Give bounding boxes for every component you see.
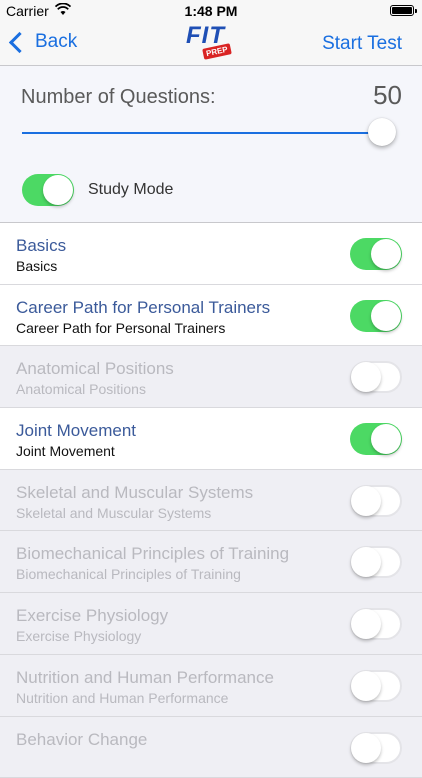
- topic-subtitle: Exercise Physiology: [16, 628, 141, 644]
- topic-row[interactable]: Behavior Change: [0, 717, 422, 778]
- toggle-knob: [351, 609, 381, 639]
- toggle-knob: [351, 547, 381, 577]
- test-settings-panel: Number of Questions: 50 Study Mode: [0, 66, 422, 223]
- topic-toggle[interactable]: [350, 732, 402, 764]
- start-test-button[interactable]: Start Test: [322, 33, 402, 55]
- topic-toggle[interactable]: [350, 423, 402, 455]
- back-button[interactable]: Back: [8, 31, 77, 53]
- app-logo: FIT PREP: [186, 24, 236, 62]
- toggle-knob: [43, 175, 73, 205]
- topic-row[interactable]: Career Path for Personal Trainers Career …: [0, 285, 422, 347]
- toggle-knob: [351, 486, 381, 516]
- toggle-knob: [371, 301, 401, 331]
- topic-row[interactable]: Joint Movement Joint Movement: [0, 408, 422, 470]
- topic-row[interactable]: Skeletal and Muscular Systems Skeletal an…: [0, 470, 422, 532]
- topic-title: Nutrition and Human Performance: [16, 668, 274, 688]
- questions-slider-thumb[interactable]: [368, 118, 396, 146]
- toggle-knob: [351, 733, 381, 763]
- topic-title: Skeletal and Muscular Systems: [16, 483, 253, 503]
- topic-toggle[interactable]: [350, 300, 402, 332]
- topic-subtitle: Nutrition and Human Performance: [16, 690, 228, 706]
- topic-row[interactable]: Nutrition and Human Performance Nutrition…: [0, 655, 422, 717]
- battery-icon: [390, 5, 414, 16]
- study-mode-toggle[interactable]: [22, 174, 74, 206]
- topic-subtitle: Anatomical Positions: [16, 381, 146, 397]
- chevron-left-icon: [9, 31, 30, 52]
- topic-title: Career Path for Personal Trainers: [16, 298, 270, 318]
- topic-row[interactable]: Basics Basics: [0, 223, 422, 285]
- toggle-knob: [371, 239, 401, 269]
- status-time: 1:48 PM: [0, 3, 422, 19]
- topic-subtitle: Biomechanical Principles of Training: [16, 566, 241, 582]
- topic-subtitle: Skeletal and Muscular Systems: [16, 505, 211, 521]
- topic-subtitle: Basics: [16, 258, 57, 274]
- topic-toggle[interactable]: [350, 361, 402, 393]
- topic-title: Anatomical Positions: [16, 359, 174, 379]
- questions-slider-track[interactable]: [22, 132, 382, 134]
- topic-title: Behavior Change: [16, 730, 147, 750]
- study-mode-label: Study Mode: [88, 181, 173, 199]
- toggle-knob: [351, 362, 381, 392]
- topic-title: Basics: [16, 236, 66, 256]
- topic-toggle[interactable]: [350, 670, 402, 702]
- navigation-bar: Back FIT PREP Start Test: [0, 22, 422, 66]
- toggle-knob: [351, 671, 381, 701]
- topic-list: Basics Basics Career Path for Personal Tra…: [0, 223, 422, 778]
- topic-toggle[interactable]: [350, 238, 402, 270]
- topic-row[interactable]: Exercise Physiology Exercise Physiology: [0, 593, 422, 655]
- topic-toggle[interactable]: [350, 546, 402, 578]
- questions-value: 50: [373, 80, 402, 111]
- topic-title: Biomechanical Principles of Training: [16, 544, 289, 564]
- topic-title: Joint Movement: [16, 421, 136, 441]
- status-bar: Carrier 1:48 PM: [0, 0, 422, 22]
- topic-toggle[interactable]: [350, 485, 402, 517]
- topic-subtitle: Career Path for Personal Trainers: [16, 320, 225, 336]
- back-button-label: Back: [35, 31, 77, 53]
- topic-row[interactable]: Biomechanical Principles of Training Biom…: [0, 531, 422, 593]
- toggle-knob: [371, 424, 401, 454]
- questions-label: Number of Questions:: [21, 86, 216, 109]
- topic-toggle[interactable]: [350, 608, 402, 640]
- topic-row[interactable]: Anatomical Positions Anatomical Positions: [0, 346, 422, 408]
- topic-title: Exercise Physiology: [16, 606, 168, 626]
- topic-subtitle: Joint Movement: [16, 443, 115, 459]
